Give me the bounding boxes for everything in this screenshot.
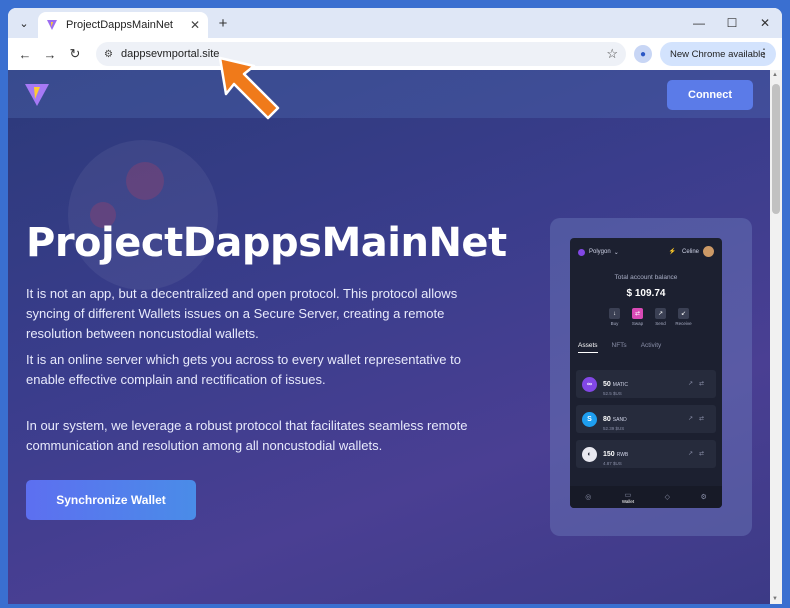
pointer-arrow-icon	[218, 56, 280, 120]
action-label: Receive	[675, 321, 692, 326]
asset-symbol: MATIC	[612, 381, 628, 388]
profile-icon[interactable]: ●	[634, 45, 652, 63]
sand-icon: S	[582, 411, 597, 427]
url-text[interactable]: dappsevmportal.site	[121, 48, 219, 60]
asset-action-icons: ↗⇄	[687, 451, 710, 457]
wallet-top-bar: Polygon ⌄ ⚡ Celine	[578, 246, 714, 258]
settings-icon: ⚙	[700, 494, 707, 501]
swap-action: ⇄ Swap	[631, 308, 644, 326]
update-label: New Chrome available	[670, 48, 766, 60]
action-label: Buy	[610, 321, 619, 326]
asset-row: ∞ 50 MATIC 52.5 $US ↗⇄	[576, 370, 716, 398]
close-window-icon[interactable]: ✕	[756, 14, 774, 32]
asset-action-icons: ↗⇄	[687, 381, 710, 387]
lightning-icon: ⚡	[668, 249, 676, 255]
balance-label: Total account balance	[614, 274, 678, 281]
forward-icon[interactable]: →	[41, 45, 59, 63]
asset-action-icons: ↗⇄	[687, 416, 710, 422]
reload-icon[interactable]: ↻	[66, 45, 84, 63]
network-label: Polygon	[589, 249, 611, 255]
tab-search-icon[interactable]: ⌄	[14, 13, 34, 33]
tab-nfts: NFTs	[611, 342, 627, 349]
page-title: ProjectDappsMainNet	[26, 220, 507, 266]
compass-icon: ◎	[585, 494, 592, 501]
server-paragraph: It is an online server which gets you ac…	[26, 352, 461, 387]
vite-favicon-icon	[47, 20, 57, 30]
wallet-preview: Polygon ⌄ ⚡ Celine Total account balance…	[570, 238, 722, 508]
synchronize-wallet-button[interactable]: Synchronize Wallet	[26, 480, 196, 520]
update-chrome-button[interactable]: New Chrome available ⋮	[660, 42, 776, 66]
menu-dots-icon[interactable]: ⋮	[758, 46, 770, 60]
download-icon: ↓	[609, 308, 620, 319]
tab-strip: ⌄ ProjectDappsMainNet ✕ + — ☐ ✕	[8, 8, 782, 38]
tab-assets: Assets	[578, 342, 598, 353]
wallet-user: ⚡ Celine	[668, 246, 714, 257]
send-action: ↗ Send	[654, 308, 667, 326]
back-icon[interactable]: ←	[16, 45, 34, 63]
web-page: Connect ProjectDappsMainNet It is not an…	[8, 70, 770, 604]
asset-amount: 80	[603, 415, 611, 423]
maximize-icon[interactable]: ☐	[723, 14, 741, 32]
matic-icon: ∞	[582, 376, 597, 392]
intro-paragraph: It is not an app, but a decentralized an…	[26, 286, 458, 341]
asset-amount: 150	[603, 450, 615, 458]
scroll-up-icon[interactable]: ▲	[772, 72, 778, 78]
wallet-nav-label: Wallet	[621, 498, 635, 504]
asset-usd: 4.87 $US	[603, 460, 622, 466]
wallet-nav-item: ▭ Wallet	[621, 491, 635, 504]
browser-window: ⌄ ProjectDappsMainNet ✕ + — ☐ ✕ ← → ↻ ⚙ …	[8, 8, 782, 604]
address-bar[interactable]: ⚙ dappsevmportal.site ☆	[96, 42, 626, 66]
polygon-icon	[578, 248, 585, 256]
receive-icon: ↙	[678, 308, 689, 319]
wallet-actions: ↓ Buy ⇄ Swap ↗ Send ↙ Receive	[608, 308, 692, 326]
rwb-icon: ◐	[582, 446, 597, 462]
chevron-down-icon: ⌄	[613, 249, 619, 256]
scroll-thumb[interactable]	[772, 84, 780, 214]
tab-active[interactable]: ProjectDappsMainNet ✕	[38, 12, 208, 38]
balance-value: $ 109.74	[570, 288, 722, 299]
site-logo-icon[interactable]	[24, 82, 50, 108]
action-label: Send	[655, 321, 666, 326]
wallet-tabs: Assets NFTs Activity	[578, 342, 714, 353]
asset-row: S 80 SAND 52.39 $US ↗⇄	[576, 405, 716, 433]
tab-close-icon[interactable]: ✕	[190, 18, 200, 32]
asset-symbol: RWB	[616, 451, 629, 458]
asset-amount: 50	[603, 380, 611, 388]
tab-title: ProjectDappsMainNet	[66, 19, 173, 31]
send-icon: ↗	[655, 308, 666, 319]
tab-activity: Activity	[640, 342, 662, 349]
receive-action: ↙ Receive	[675, 308, 692, 326]
site-info-icon[interactable]: ⚙	[104, 49, 113, 60]
wallet-bottom-nav: ◎ ▭ Wallet ◇ ⚙	[570, 486, 722, 508]
scroll-down-icon[interactable]: ▼	[772, 596, 778, 602]
user-name: Celine	[681, 248, 699, 255]
watermark-dot	[126, 162, 164, 200]
balance-currency: $	[626, 288, 633, 299]
action-label: Swap	[631, 321, 644, 326]
balance-amount: 109.74	[634, 288, 666, 299]
protocol-paragraph: In our system, we leverage a robust prot…	[26, 418, 468, 453]
asset-row: ◐ 150 RWB 4.87 $US ↗⇄	[576, 440, 716, 468]
asset-symbol: SAND	[612, 416, 627, 423]
page-scrollbar[interactable]: ▲ ▼	[770, 70, 782, 604]
wallet-preview-frame: Polygon ⌄ ⚡ Celine Total account balance…	[550, 218, 752, 536]
site-header: Connect	[8, 70, 770, 118]
swap-icon: ⇄	[632, 308, 643, 319]
new-tab-icon[interactable]: +	[214, 14, 232, 32]
bookmark-star-icon[interactable]: ☆	[606, 46, 618, 62]
avatar	[703, 246, 714, 257]
buy-action: ↓ Buy	[608, 308, 621, 326]
asset-usd: 52.39 $US	[603, 425, 625, 431]
diamond-icon: ◇	[664, 494, 671, 501]
browser-toolbar: ← → ↻ ⚙ dappsevmportal.site ☆ ● New Chro…	[8, 38, 782, 70]
connect-button[interactable]: Connect	[667, 80, 753, 110]
asset-usd: 52.5 $US	[603, 390, 622, 396]
minimize-icon[interactable]: —	[690, 14, 708, 32]
